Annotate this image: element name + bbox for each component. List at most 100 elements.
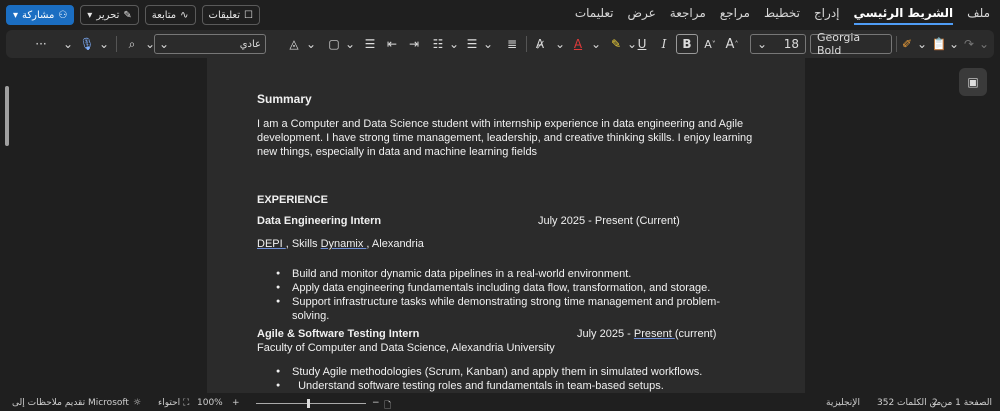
zoom-level[interactable]: 100% [197,398,223,408]
style-value: عادي [239,38,261,50]
font-size-value: 18 [783,37,799,51]
numbering-icon[interactable]: ☷ [430,34,446,54]
fit-button[interactable]: احتواء ⛶ [158,398,189,408]
line-spacing-icon[interactable]: ☰ [362,34,378,54]
page-count[interactable]: الصفحة 1 من 2 [932,398,992,408]
job-header: Agile & Software Testing Intern July 202… [257,327,757,341]
org-link[interactable]: Dynamix [321,238,367,250]
job-dates: July 2025 - Present (current) [577,328,717,340]
chevron-down-icon[interactable]: ⌄ [916,34,928,54]
experience-heading: EXPERIENCE [257,194,328,206]
tab-insert[interactable]: إدراج [814,6,840,25]
more-options-button[interactable]: ··· [28,34,54,54]
decrease-indent-icon[interactable]: ⇤ [384,34,400,54]
chevron-down-icon[interactable]: ⌄ [554,34,566,54]
edit-label: تحرير [96,9,120,21]
font-name-dropdown[interactable]: Georgia Bold [810,31,892,57]
side-panel-button[interactable]: ▣ [959,68,987,96]
tab-references[interactable]: مراجع [720,6,750,25]
chevron-down-icon[interactable]: ⌄ [344,34,356,54]
follow-label: متابعة [151,9,177,21]
chevron-down-icon[interactable]: ⌄ [62,34,74,54]
zoom-out-icon[interactable]: − [372,398,380,408]
ribbon-toolbar: ··· ⌄ 🎙 ⌄ ⌕ ⌄ ⌄ عادي ◬ ⌄ ▢ ⌄ ☰ ⇤ ⇥ ☷ ⌄ ☰… [6,30,994,58]
follow-button[interactable]: متابعة ∿ [144,5,196,25]
search-icon[interactable]: ⌕ [124,34,140,54]
comments-label: تعليقات [208,9,241,21]
top-actions: ▾ مشاركة ⚇ ▾ تحرير ✎ متابعة ∿ تعليقات ☐ [6,5,260,25]
bullets-icon[interactable]: ☰ [464,34,480,54]
chevron-down-icon[interactable]: ⌄ [98,34,110,54]
menu-tabs: ملف الشريط الرئيسي إدراج تخطيط مراجع مرا… [575,6,990,25]
comment-icon: ☐ [244,9,253,21]
share-button[interactable]: ▾ مشاركة ⚇ [6,5,75,25]
job-header: Data Engineering Intern July 2025 - Pres… [257,214,757,228]
summary-heading: Summary [257,92,312,106]
chevron-down-icon: ⌄ [159,37,170,51]
list-item: Study Agile methodologies (Scrum, Kanban… [257,365,757,379]
font-size-dropdown[interactable]: ⌄ 18 [750,34,806,54]
tab-home[interactable]: الشريط الرئيسي [853,6,954,25]
underline-button[interactable]: U [632,34,652,54]
microphone-icon[interactable]: 🎙 [78,34,96,54]
list-item: Apply data engineering fundamentals incl… [257,281,757,295]
feedback-link[interactable]: تقديم ملاحظات إلى Microsoft [12,398,129,408]
format-painter-icon[interactable]: ✐ [900,34,914,54]
clipboard-icon[interactable]: 📋 [932,34,947,54]
align-icon[interactable]: ≣ [504,34,520,54]
summary-line: I am a Computer and Data Science student… [257,118,744,130]
chevron-down-icon[interactable]: ⌄ [948,34,960,54]
menu-bar: ملف الشريط الرئيسي إدراج تخطيط مراجع مرا… [0,0,1000,30]
italic-button[interactable]: I [654,34,674,54]
job-dates: July 2025 - Present (Current) [538,215,680,227]
zoom-slider-thumb[interactable] [307,399,310,408]
status-bar: تقديم ملاحظات إلى Microsoft ☼ احتواء ⛶ 1… [0,396,1000,411]
share-label: مشاركة [22,9,55,21]
job-org: DEPI , Skills Dynamix , Alexandria [257,238,424,250]
chevron-down-icon[interactable]: ⌄ [482,34,494,54]
chevron-down-icon: ▾ [87,9,93,21]
chevron-down-icon[interactable]: ⌄ [590,34,602,54]
font-name-value: Georgia Bold [817,31,861,57]
language-status[interactable]: الإنجليزية [826,398,860,408]
activity-icon: ∿ [180,9,189,21]
list-item: Support infrastructure tasks while demon… [257,295,757,323]
highlight-icon[interactable]: ✎ [608,34,624,54]
job-bullets: Study Agile methodologies (Scrum, Kanban… [257,365,757,393]
shrink-font-button[interactable]: A ˅ [700,34,720,54]
tab-view[interactable]: عرض [627,6,655,25]
chevron-down-icon[interactable]: ⌄ [448,34,460,54]
tab-review[interactable]: مراجعة [670,6,706,25]
chevron-down-icon: ▾ [13,9,19,21]
zoom-in-icon[interactable]: + [232,398,240,408]
people-icon: ⚇ [58,9,68,21]
bold-button[interactable]: B [676,34,698,54]
list-item: Understand software testing roles and fu… [257,379,757,393]
focus-icon[interactable]: ☼ [133,398,141,408]
comments-button[interactable]: تعليقات ☐ [201,5,260,25]
increase-indent-icon[interactable]: ⇥ [406,34,422,54]
scrollbar-thumb[interactable] [5,86,9,146]
edit-mode-button[interactable]: ▾ تحرير ✎ [80,5,139,25]
styles-dropdown[interactable]: ⌄ عادي [154,34,266,54]
panel-icon: ▣ [967,75,979,89]
tab-file[interactable]: ملف [967,6,990,25]
page-view-icon[interactable]: 🗋 [384,398,391,411]
grow-font-button[interactable]: A ˄ [722,34,742,54]
clear-formatting-icon[interactable]: A̷ [532,34,548,54]
borders-icon[interactable]: ▢ [326,34,342,54]
tab-help[interactable]: تعليمات [575,6,614,25]
summary-line: development. I have strong time manageme… [257,132,753,144]
tab-layout[interactable]: تخطيط [764,6,800,25]
chevron-down-icon[interactable]: ⌄ [978,34,990,54]
org-link[interactable]: DEPI [257,238,286,250]
list-item: Build and monitor dynamic data pipelines… [257,267,757,281]
redo-icon[interactable]: ↷ [962,34,976,54]
font-color-icon[interactable]: A [570,34,586,54]
paint-bucket-icon[interactable]: ◬ [286,34,302,54]
chevron-down-icon[interactable]: ⌄ [305,34,317,54]
summary-line: new things, especially in data and machi… [257,146,538,158]
zoom-slider[interactable] [256,403,366,404]
document-page[interactable]: Summary I am a Computer and Data Science… [207,58,805,393]
pencil-icon: ✎ [123,9,132,21]
